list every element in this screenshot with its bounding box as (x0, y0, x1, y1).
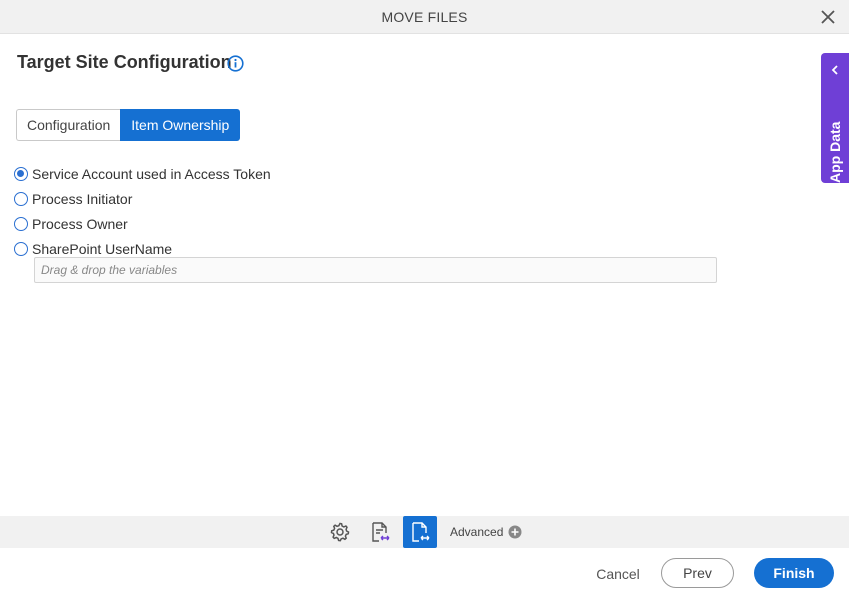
dialog-titlebar: MOVE FILES (0, 0, 849, 34)
radio-label: Process Initiator (32, 190, 133, 207)
advanced-toggle[interactable]: Advanced (450, 516, 522, 548)
info-icon[interactable] (227, 55, 244, 72)
chevron-left-icon (831, 65, 838, 75)
prev-button[interactable]: Prev (661, 558, 734, 588)
radio-option-service-account[interactable]: Service Account used in Access Token (14, 161, 271, 186)
footer-toolbar: Advanced (0, 516, 849, 548)
close-icon[interactable] (819, 8, 837, 26)
radio-label: SharePoint UserName (32, 240, 173, 257)
tab-item-ownership[interactable]: Item Ownership (120, 109, 241, 141)
radio-button[interactable] (14, 191, 28, 206)
radio-button[interactable] (14, 166, 28, 181)
radio-option-process-owner[interactable]: Process Owner (14, 211, 271, 236)
radio-button[interactable] (14, 216, 28, 231)
document-mapping-icon (372, 522, 390, 542)
mapping-button[interactable] (363, 516, 397, 548)
radio-button[interactable] (14, 241, 28, 256)
settings-button[interactable] (323, 516, 357, 548)
app-data-label: App Data (827, 121, 843, 183)
radio-option-process-initiator[interactable]: Process Initiator (14, 186, 271, 211)
cancel-button[interactable]: Cancel (586, 560, 650, 588)
tab-configuration[interactable]: Configuration (16, 109, 121, 141)
document-transfer-icon (412, 522, 430, 542)
app-data-panel-toggle[interactable]: App Data (821, 53, 849, 183)
gear-icon (330, 522, 350, 542)
page-title: Target Site Configuration (17, 52, 232, 72)
ownership-radio-group: Service Account used in Access Token Pro… (14, 161, 271, 261)
item-ownership-mapping-button[interactable] (403, 516, 437, 548)
radio-label: Service Account used in Access Token (32, 165, 271, 182)
finish-button[interactable]: Finish (754, 558, 834, 588)
radio-label: Process Owner (32, 215, 128, 232)
sharepoint-username-input[interactable] (34, 257, 717, 283)
advanced-label: Advanced (450, 525, 504, 539)
dialog-title: MOVE FILES (381, 9, 468, 25)
plus-circle-icon (508, 525, 522, 539)
tab-group: Configuration Item Ownership (16, 109, 241, 141)
